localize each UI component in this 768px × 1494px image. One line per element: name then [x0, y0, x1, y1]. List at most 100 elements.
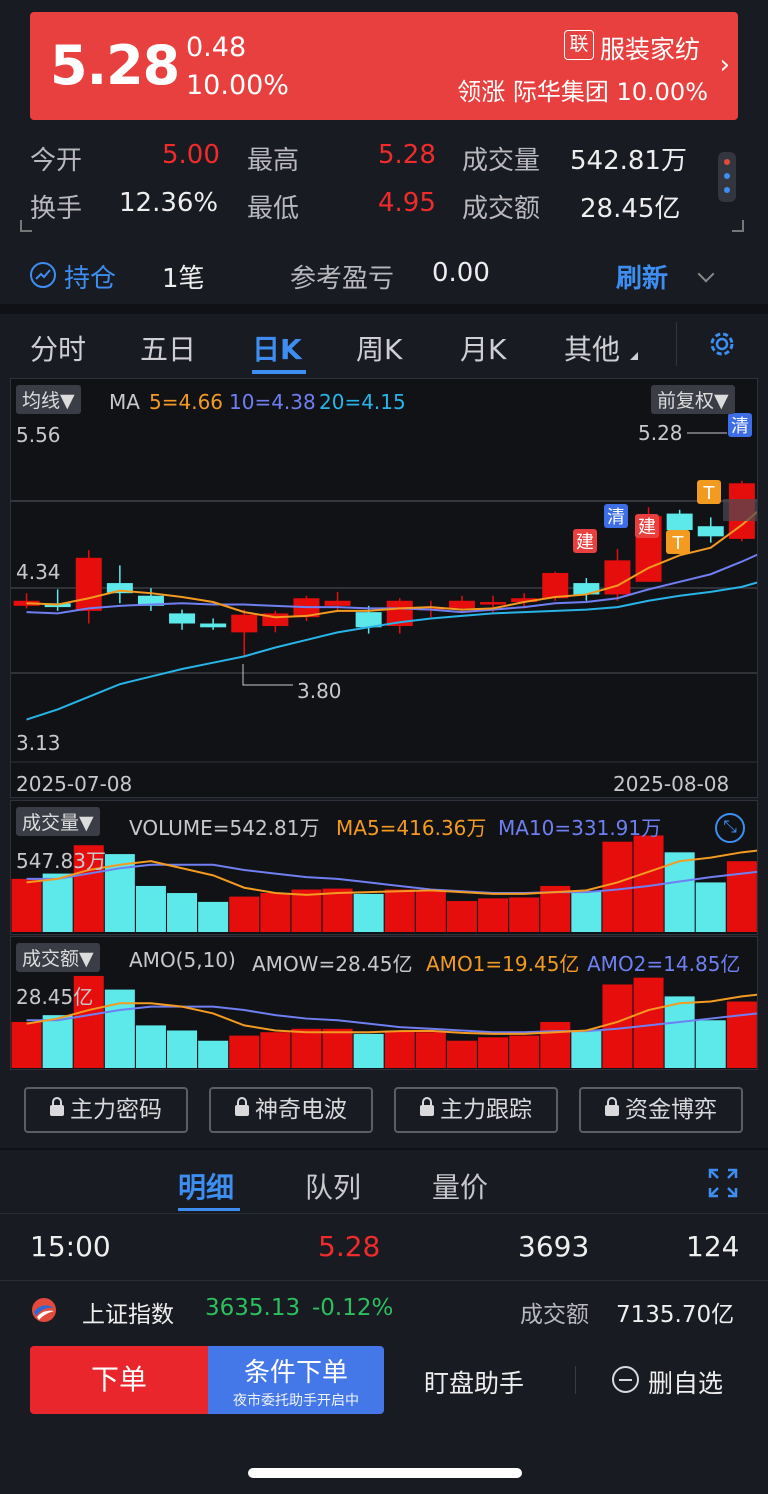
volume-bar — [167, 893, 198, 932]
candle-body — [542, 572, 569, 599]
feature-label: 主力跟踪 — [440, 1097, 532, 1123]
stat-high-value: 5.28 — [378, 140, 436, 170]
volume-bar — [291, 889, 322, 932]
divider — [0, 1280, 768, 1281]
tab-other[interactable]: 其他 — [564, 328, 620, 368]
volume-value-label: VOLUME=542.81万 — [129, 816, 320, 840]
watch-assistant-button[interactable]: 盯盘助手 — [424, 1364, 524, 1400]
settings-icon[interactable] — [706, 328, 738, 364]
amount-bar — [602, 984, 633, 1068]
amount-bar — [540, 1021, 571, 1068]
feature-label: 资金博弈 — [625, 1097, 717, 1123]
divider — [0, 1148, 768, 1150]
ma20-line — [26, 581, 757, 721]
feature-button-main-code[interactable]: 主力密码 — [24, 1087, 188, 1133]
ma-label: MA — [109, 390, 140, 414]
trade-marker-text: T — [703, 483, 716, 504]
amount-bar — [167, 1030, 198, 1068]
candle-body — [604, 560, 631, 595]
tab-weekly-k[interactable]: 周K — [356, 328, 402, 368]
leader-pct: 10.00% — [616, 78, 708, 106]
corner-triangle-icon — [630, 352, 638, 360]
last-price: 5.28 — [50, 34, 180, 97]
tab-underline — [252, 370, 306, 374]
refresh-button[interactable]: 刷新 — [616, 258, 668, 295]
index-name[interactable]: 上证指数 — [82, 1295, 174, 1329]
stock-detail-screen: 5.28 0.48 10.00% 联 服装家纺 领涨 际华集团 10.00% ›… — [0, 0, 768, 1494]
amount-bar — [291, 1028, 322, 1068]
feature-button-fund-game[interactable]: 资金博弈 — [579, 1087, 743, 1133]
expand-arrows-icon[interactable]: ⤡ — [715, 813, 745, 843]
amount-bar — [446, 1040, 477, 1068]
position-count: 1笔 — [162, 264, 205, 294]
trade-marker-text: T — [672, 533, 685, 554]
quote-header[interactable]: 5.28 0.48 10.00% 联 服装家纺 领涨 际华集团 10.00% › — [30, 12, 738, 120]
low-leader-line — [242, 664, 293, 686]
bar-divider — [575, 1366, 576, 1394]
corner-left-icon — [20, 220, 32, 232]
volume-bar — [260, 893, 291, 932]
volume-bar — [571, 891, 602, 932]
conditional-order-sub: 夜市委托助手开启中 — [233, 1393, 359, 1409]
volume-bar — [478, 898, 509, 932]
tab-daily-k[interactable]: 日K — [252, 328, 302, 368]
index-amount: 7135.70亿 — [616, 1302, 735, 1328]
trade-marker-text: 建 — [638, 517, 656, 538]
y-axis-bottom: 3.13 — [16, 731, 61, 755]
amow-label: AMOW=28.45亿 — [252, 952, 413, 976]
index-amount-label: 成交额 — [520, 1302, 589, 1328]
tab-volume-price[interactable]: 量价 — [432, 1166, 488, 1206]
amount-bar — [415, 1032, 446, 1068]
tab-five-day[interactable]: 五日 — [140, 328, 196, 368]
price-change-pct: 10.00% — [186, 70, 289, 101]
fullscreen-icon[interactable] — [708, 1168, 738, 1202]
stat-amount-label: 成交额 — [462, 194, 541, 224]
ma10-label: 10=4.38 — [229, 390, 316, 414]
stat-turnover-value: 12.36% — [119, 188, 219, 218]
candle-body — [666, 513, 693, 531]
minus-circle-icon[interactable] — [612, 1366, 639, 1393]
amount-panel[interactable]: 成交额▼ AMO(5,10) AMOW=28.45亿 AMO1=19.45亿 A… — [10, 936, 758, 1070]
adjust-dropdown[interactable]: 前复权▼ — [651, 385, 735, 414]
ma20-label: 20=4.15 — [319, 390, 406, 414]
chevron-right-icon[interactable]: › — [720, 50, 730, 80]
remove-watchlist-button[interactable]: 删自选 — [648, 1364, 723, 1400]
leader-name: 际华集团 — [512, 78, 609, 106]
candle-body — [169, 613, 196, 624]
volume-bar — [229, 896, 260, 932]
amount-dropdown[interactable]: 成交额▼ — [16, 943, 100, 972]
volume-panel[interactable]: 成交量▼ VOLUME=542.81万 MA5=416.36万 MA10=331… — [10, 800, 758, 935]
chevron-down-icon[interactable] — [697, 265, 715, 283]
divider — [0, 1213, 768, 1214]
amount-bar — [135, 1025, 166, 1068]
order-button[interactable]: 下单 — [30, 1346, 208, 1414]
trade-marker-text: 建 — [576, 532, 594, 553]
volume-dropdown[interactable]: 成交量▼ — [16, 807, 100, 836]
position-label[interactable]: 持仓 — [64, 258, 116, 295]
stat-low-label: 最低 — [247, 194, 300, 224]
tab-queue[interactable]: 队列 — [305, 1166, 361, 1206]
ma-dropdown[interactable]: 均线▼ — [16, 385, 81, 414]
amount-bar — [42, 1015, 73, 1068]
feature-button-wave[interactable]: 神奇电波 — [209, 1087, 373, 1133]
conditional-order-button[interactable]: 条件下单 夜市委托助手开启中 — [208, 1346, 384, 1414]
tab-intraday[interactable]: 分时 — [30, 328, 86, 368]
tab-divider — [676, 322, 677, 366]
amount-bar — [726, 1001, 757, 1068]
feature-label: 神奇电波 — [255, 1097, 347, 1123]
tab-detail[interactable]: 明细 — [178, 1166, 234, 1206]
more-icon[interactable] — [718, 152, 736, 202]
tab-monthly-k[interactable]: 月K — [460, 328, 506, 368]
feature-button-tracking[interactable]: 主力跟踪 — [394, 1087, 558, 1133]
stat-open-label: 今开 — [30, 146, 83, 176]
position-chart-icon — [30, 262, 56, 288]
volume-bar — [353, 893, 384, 932]
corner-right-icon — [732, 220, 744, 232]
index-change: -0.12% — [312, 1295, 394, 1321]
kline-panel[interactable]: 建清建TT清 均线▼ MA 5=4.66 10=4.38 20=4.15 前复权… — [10, 378, 758, 798]
sector-leader[interactable]: 领涨 际华集团 10.00% — [457, 72, 708, 107]
volume-bar — [42, 873, 73, 932]
sector-name[interactable]: 服装家纺 — [600, 30, 700, 66]
amount-bar — [11, 1021, 42, 1068]
trade-marker-text: 清 — [731, 416, 749, 437]
